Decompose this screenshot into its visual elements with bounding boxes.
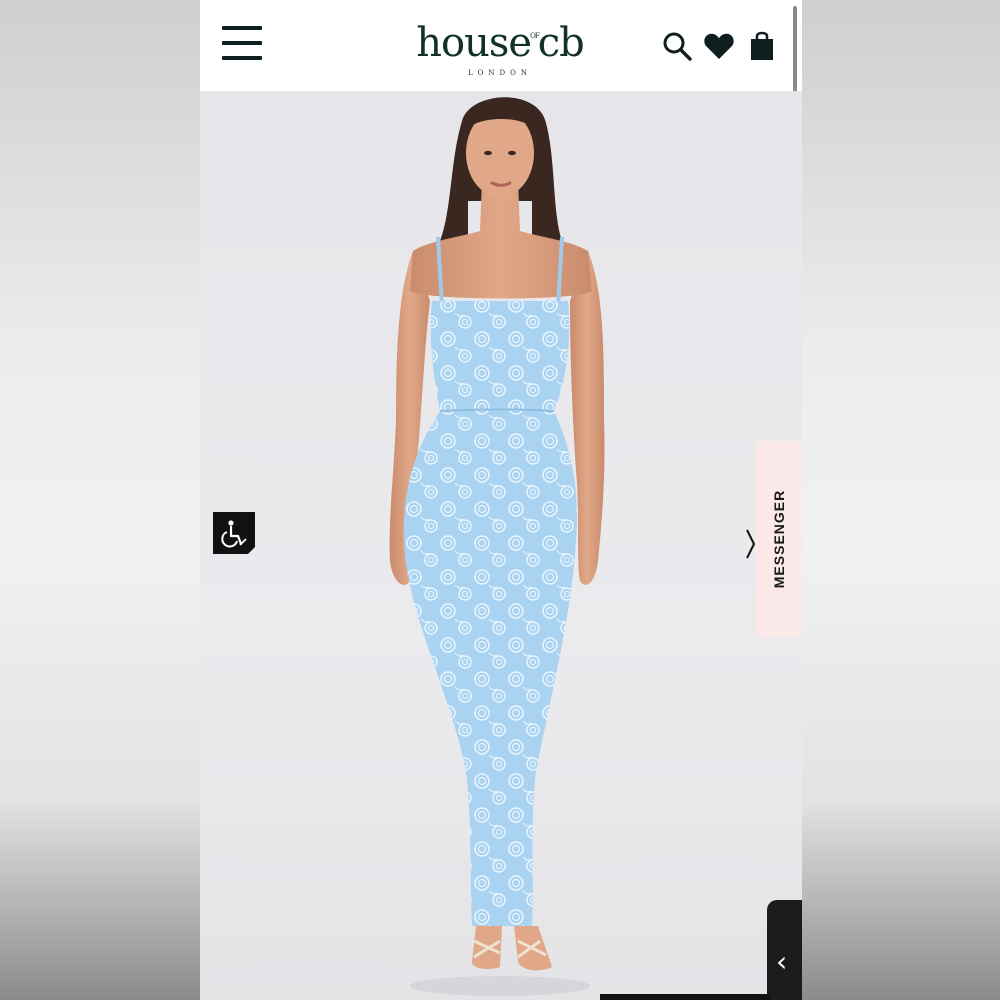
menu-icon-bar [222, 26, 262, 30]
brand-location: LONDON [468, 69, 532, 77]
search-icon [663, 32, 692, 61]
wheelchair-icon [221, 520, 255, 554]
brand-wordmark: houseOFcb [416, 20, 584, 66]
menu-icon-bar [222, 56, 262, 60]
brand-logo[interactable]: houseOFcb LONDON [400, 12, 600, 78]
chevron-left-icon: ‹ [776, 945, 788, 978]
menu-button[interactable] [222, 26, 262, 62]
menu-icon-bar [222, 41, 262, 45]
home-indicator [600, 994, 770, 1000]
shopping-bag-button[interactable] [747, 30, 777, 62]
messenger-label: MESSENGER [771, 489, 787, 589]
messenger-tab[interactable]: MESSENGER [756, 441, 802, 637]
shopping-bag-icon [751, 31, 773, 60]
product-image[interactable]: MESSENGER ‹ [200, 91, 802, 1000]
dress [403, 301, 578, 926]
floor-shadow [410, 976, 590, 996]
site-header: houseOFcb LONDON [200, 0, 802, 218]
phone-screen: houseOFcb LONDON MESSENGER ‹ [200, 0, 802, 1000]
model-eye [508, 150, 516, 156]
search-button[interactable] [661, 30, 693, 62]
model-eye [484, 150, 492, 156]
wishlist-button[interactable] [703, 30, 735, 62]
heart-icon [704, 33, 734, 59]
accessibility-button[interactable] [213, 512, 255, 554]
model-illustration [389, 97, 605, 996]
side-panel-handle[interactable]: ‹ [767, 900, 802, 1000]
